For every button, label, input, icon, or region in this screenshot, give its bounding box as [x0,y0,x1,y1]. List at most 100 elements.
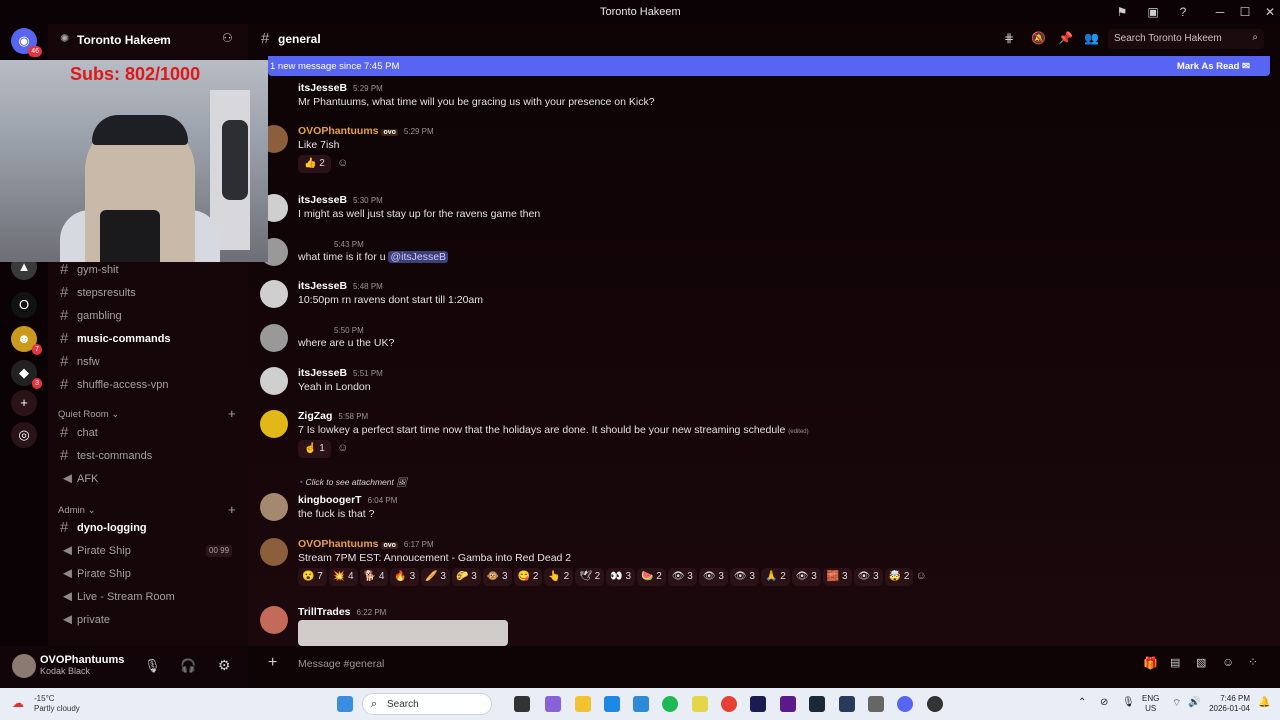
message-author[interactable]: OVOPhantuums ovo 5:29 PM [298,125,434,137]
app-icon[interactable] [839,696,855,712]
message-author[interactable]: TrillTrades 6:22 PM [298,606,386,618]
next-app-icon[interactable] [780,696,796,712]
spotify-icon[interactable] [662,696,678,712]
steam-icon[interactable] [809,696,825,712]
server-icon[interactable]: ◆ 3 [11,360,42,389]
search-input[interactable]: Search Toronto Hakeem ⌕ [1108,29,1264,49]
category-quiet-room[interactable]: Quiet Room ⌄ [58,409,119,420]
reaction[interactable]: 💥 4 [328,568,358,586]
close-icon[interactable]: ✕ [1262,4,1278,20]
weather-widget[interactable]: -15°C Partly cloudy [34,694,80,714]
reaction[interactable]: 🤯 2 [884,568,914,586]
app-icon[interactable] [868,696,884,712]
task-view-icon[interactable] [514,696,530,712]
reaction[interactable]: 👁 3 [853,568,883,586]
avatar[interactable] [260,538,288,566]
add-reaction-icon[interactable]: ☺ [337,442,348,454]
reaction[interactable]: 👁 3 [667,568,697,586]
message-author[interactable]: itsJesseB 5:48 PM [298,280,383,292]
wifi-icon[interactable]: ⌔ [1172,697,1181,710]
apps-icon[interactable]: ⁘ [1248,655,1258,669]
tray-chevron-icon[interactable]: ⌃ [1078,697,1086,708]
reaction[interactable]: 🕊 2 [575,568,605,586]
message-composer[interactable]: + Message #general 🎁 ▤ ▧ ☺ ⁘ [248,650,1280,678]
channel-test-commands[interactable]: # test-commands [56,446,242,466]
avatar[interactable] [260,493,288,521]
message-author[interactable]: itsJesseB 5:51 PM [298,367,383,379]
upload-plus-icon[interactable]: + [268,654,277,672]
image-attachment[interactable] [298,620,508,646]
reaction[interactable]: 👁 3 [791,568,821,586]
obs-icon[interactable] [927,696,943,712]
voice-channel-pirate-ship[interactable]: ◄ Pirate Ship 00 99 [56,541,242,561]
add-friend-icon[interactable]: ⚇ [222,31,233,45]
server-icon[interactable]: ☻ 7 [11,326,42,355]
emoji-icon[interactable]: ☺ [1222,655,1234,669]
voice-channel-pirate-ship[interactable]: ◄ Pirate Ship [56,564,242,584]
voice-channel-afk[interactable]: ◄ AFK [56,469,242,489]
avatar[interactable] [260,324,288,352]
gif-icon[interactable]: ▤ [1170,656,1180,669]
add-channel-icon[interactable]: + [228,502,236,517]
premiere-icon[interactable] [750,696,766,712]
message-author[interactable]: OVOPhantuums ovo 6:17 PM [298,538,434,550]
network-icon[interactable]: ⊘ [1100,697,1108,708]
taskbar-search[interactable]: ⌕ Search [362,693,492,715]
message-author[interactable]: ZigZag 5:58 PM [298,410,368,422]
home-icon[interactable]: ◉ 46 [11,28,42,57]
user-mention[interactable]: @itsJesseB [388,251,449,263]
reaction[interactable]: 👁 3 [698,568,728,586]
reaction[interactable]: 🙏 2 [760,568,790,586]
message-author[interactable]: kingboogerT 6:04 PM [298,494,397,506]
server-header[interactable]: ✺ Toronto Hakeem ⌄ ⚇ [48,24,248,54]
reaction[interactable]: 🌮 3 [451,568,481,586]
pin-icon[interactable]: 📌 [1058,31,1073,45]
microphone-tray-icon[interactable]: 🎙 [1122,697,1135,708]
channel-nsfw[interactable]: # nsfw [56,352,242,372]
reaction[interactable]: 🔥 3 [390,568,420,586]
sticker-icon[interactable]: ▧ [1196,656,1206,669]
calculator-icon[interactable] [633,696,649,712]
input-language[interactable]: ENG US [1142,694,1159,714]
avatar[interactable] [260,606,288,634]
mute-bell-icon[interactable]: 🔕 [1031,31,1046,45]
inbox-icon[interactable]: ⚑ [1114,4,1130,20]
reaction[interactable]: 👁 3 [729,568,759,586]
avatar[interactable] [260,410,288,438]
message-author[interactable]: 5:50 PM [328,324,364,336]
message-author[interactable]: itsJesseB 5:29 PM [298,82,383,94]
threads-icon[interactable]: ⋕ [1004,31,1014,45]
channel-dyno-logging[interactable]: # dyno-logging [56,518,242,538]
windows-start-icon[interactable] [337,696,353,712]
mark-as-read-button[interactable]: Mark As Read ✉ [1177,61,1250,72]
minimize-icon[interactable]: ─ [1212,4,1228,20]
voice-channel-live-stream-room[interactable]: ◄ Live - Stream Room [56,587,242,607]
reaction[interactable]: 👍 2 [298,155,331,173]
avatar[interactable] [12,654,36,678]
notification-bell-icon[interactable]: 🔔 [1258,697,1270,708]
reaction[interactable]: 🧱 3 [822,568,852,586]
reaction[interactable]: 👆 2 [544,568,574,586]
channel-gambling[interactable]: # gambling [56,306,242,326]
member-list-icon[interactable]: 👥 [1084,31,1099,45]
volume-icon[interactable]: 🔊 [1188,697,1200,708]
channel-chat[interactable]: # chat [56,423,242,443]
add-reaction-icon[interactable]: ☺ [337,157,348,169]
reaction[interactable]: 👀 3 [606,568,636,586]
ovo-server-icon[interactable]: O [11,292,37,318]
reaction[interactable]: 🐕 4 [359,568,389,586]
reaction[interactable]: 😋 2 [513,568,543,586]
monitor-icon[interactable]: ▣ [1145,4,1161,20]
add-channel-icon[interactable]: + [228,406,236,421]
reply-preview[interactable]: ◔ Click to see attachment 🖼 [298,477,407,488]
channel-gym-shit[interactable]: # gym-shit [56,260,242,280]
clock[interactable]: 7:46 PM 2026-01-04 [1208,694,1250,714]
gift-icon[interactable]: 🎁 [1143,656,1158,670]
app-icon[interactable] [692,696,708,712]
add-reaction-icon[interactable]: ☺ [915,570,926,582]
channel-shuffle-access-vpn[interactable]: # shuffle-access-vpn [56,375,242,395]
copilot-icon[interactable] [545,696,561,712]
channel-stepsresults[interactable]: # stepsresults [56,283,242,303]
channel-music-commands[interactable]: # music-commands [56,329,242,349]
message-author[interactable]: itsJesseB 5:30 PM [298,194,383,206]
